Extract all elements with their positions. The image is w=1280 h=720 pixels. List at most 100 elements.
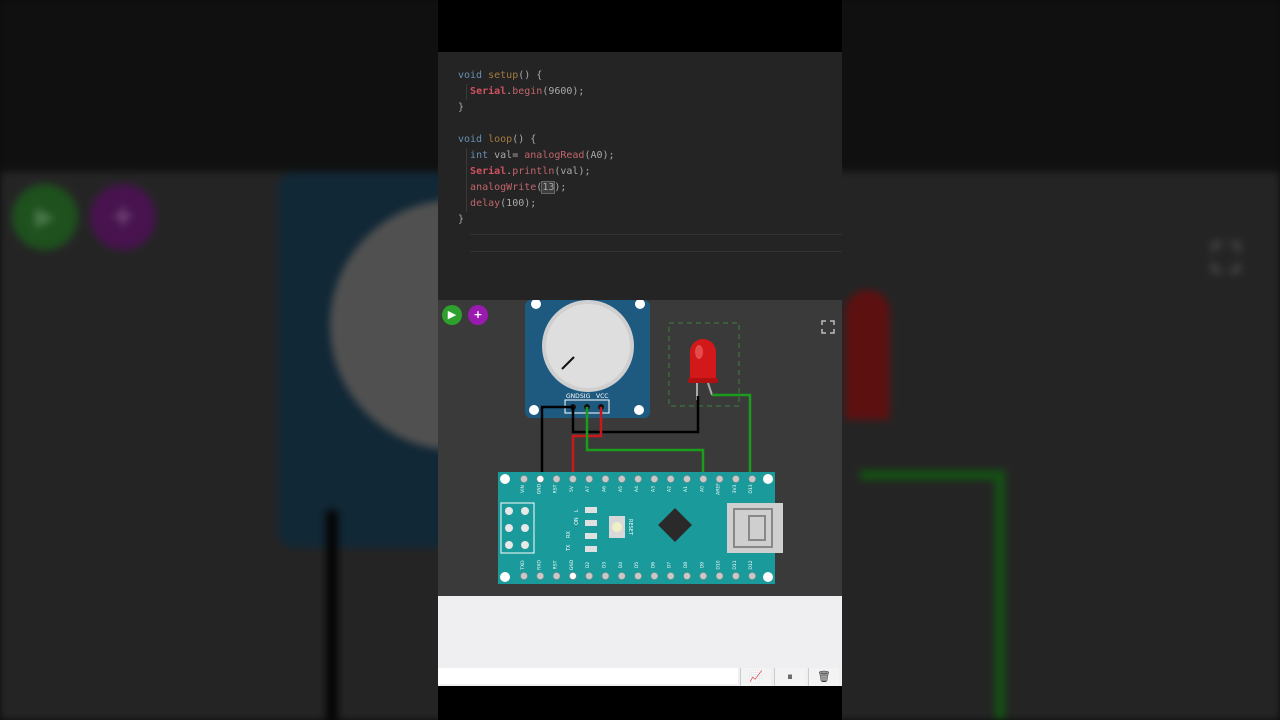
bottom-pin-rxd[interactable] [536, 572, 545, 580]
bottom-pin-d12[interactable] [748, 572, 757, 580]
top-pin-label: D13 [748, 484, 754, 493]
top-pin-label: A5 [618, 486, 624, 492]
code-token: void [458, 134, 489, 145]
bottom-pin-d4[interactable] [618, 572, 626, 580]
bg-fullscreen-icon: ⛶ [1212, 236, 1240, 282]
top-pin-a4[interactable] [634, 475, 642, 483]
rx-label: RX [566, 531, 572, 538]
top-pin-label: A4 [634, 486, 640, 492]
pot-label-gnd: GND [566, 393, 580, 400]
top-pin-d13[interactable] [748, 475, 757, 483]
code-token: (val); [554, 166, 591, 177]
chart-icon: 📈 [749, 670, 763, 683]
top-pin-vin[interactable] [520, 475, 528, 483]
bottom-pin-label: D2 [585, 562, 591, 568]
reset-label: RESET [627, 519, 633, 536]
top-pin-rst[interactable] [552, 475, 561, 483]
top-pin-3v3[interactable] [732, 475, 740, 483]
bg-plus-icon: + [90, 184, 156, 250]
code-line[interactable]: int val= analogRead(A0); [458, 148, 615, 164]
bottom-pin-label: D4 [618, 562, 624, 568]
code-token: () { [512, 134, 537, 145]
code-line[interactable]: Serial.println(val); [458, 164, 590, 180]
code-token: (100); [500, 198, 537, 209]
led-l-label: L [574, 509, 580, 512]
current-line-highlight [470, 234, 842, 252]
code-token: } [458, 102, 465, 113]
bottom-pin-d2[interactable] [585, 572, 593, 580]
code-line[interactable]: void loop() { [458, 132, 536, 148]
top-pin-a2[interactable] [666, 475, 675, 483]
code-token: ); [554, 182, 567, 193]
code-line[interactable]: delay(100); [458, 196, 536, 212]
top-pin-label: 3V3 [732, 484, 738, 493]
bottom-pin-label: D8 [683, 562, 689, 568]
simulation-canvas[interactable]: ▶ + GND SIG VCC VIN GND RST 5V A7 A6 A5 … [438, 300, 842, 596]
potentiometer[interactable]: GND SIG VCC [525, 300, 650, 418]
red-led[interactable] [688, 339, 718, 400]
bottom-pin-d3[interactable] [601, 572, 610, 580]
bottom-pin-d7[interactable] [666, 572, 675, 580]
code-token: } [458, 214, 465, 225]
code-line[interactable]: } [458, 100, 464, 116]
chart-button[interactable]: 📈 [740, 668, 771, 686]
code-token: delay [470, 198, 501, 209]
code-line[interactable]: void setup() { [458, 68, 542, 84]
trash-icon: 🗑 [817, 670, 831, 683]
top-pin-gnd[interactable] [536, 475, 545, 483]
code-token: println [512, 166, 555, 177]
bottom-pin-label: D9 [699, 562, 705, 568]
code-token: int [470, 150, 495, 161]
code-line[interactable]: } [458, 212, 464, 228]
code-token: () { [518, 70, 543, 81]
top-pin-aref[interactable] [715, 475, 724, 483]
code-token: val= [494, 150, 525, 161]
tx-label: TX [566, 544, 572, 552]
bottom-pin-label: D10 [716, 560, 722, 569]
bottom-pin-d8[interactable] [683, 572, 691, 580]
top-pin-label: AREF [716, 483, 722, 495]
bottom-pin-label: D7 [667, 562, 673, 568]
top-pin-a7[interactable] [585, 475, 593, 483]
bottom-pin-d11[interactable] [732, 572, 740, 580]
bottom-pin-label: D3 [602, 562, 608, 568]
top-pin-a5[interactable] [618, 475, 626, 483]
bottom-pin-txd[interactable] [520, 572, 528, 580]
bottom-pin-d10[interactable] [715, 572, 724, 580]
top-pin-a1[interactable] [683, 475, 691, 483]
clear-button[interactable]: 🗑 [808, 668, 839, 686]
bottom-pin-label: D6 [650, 562, 656, 568]
top-pin-5v[interactable] [569, 475, 577, 483]
bottom-pin-d5[interactable] [634, 572, 642, 580]
top-pin-label: A6 [602, 486, 608, 492]
arduino-nano[interactable]: VIN GND RST 5V A7 A6 A5 A4 A3 A2 A1 A0 AREF 3V3 D13 TX… [498, 472, 783, 584]
video-frame: ▶ + ⛶ void setup() { Serial.begin(9600);… [0, 0, 1280, 720]
bottom-pin-gnd[interactable] [569, 572, 577, 580]
top-pin-label: 5V [569, 485, 575, 492]
code-token: (9600); [542, 86, 585, 97]
wire-green-2[interactable] [712, 393, 752, 480]
top-pin-label: A2 [667, 486, 673, 492]
bottom-pin-label: GND [569, 559, 575, 570]
code-token: analogRead [524, 150, 585, 161]
pause-button[interactable]: ⏸ [774, 668, 805, 686]
code-token: setup [488, 70, 519, 81]
code-editor[interactable]: void setup() { Serial.begin(9600);} void … [438, 52, 842, 300]
code-line[interactable]: Serial.begin(9600); [458, 84, 584, 100]
bottom-pin-rst[interactable] [552, 572, 561, 580]
bottom-pin-d9[interactable] [699, 572, 708, 580]
bottom-pin-label: TXD [520, 560, 526, 571]
code-token: Serial [470, 166, 507, 177]
top-pin-a6[interactable] [601, 475, 610, 483]
code-token: Serial [470, 86, 507, 97]
simulator-panel: void setup() { Serial.begin(9600);} void … [438, 0, 842, 720]
usb-connector [727, 503, 783, 553]
bottom-pin-d6[interactable] [650, 572, 659, 580]
serial-input[interactable] [438, 668, 738, 684]
pause-icon: ⏸ [787, 670, 793, 683]
code-line[interactable]: analogWrite(13); [458, 180, 566, 196]
top-pin-a3[interactable] [650, 475, 659, 483]
code-token: 13 [541, 181, 556, 194]
top-pin-a0[interactable] [699, 475, 708, 483]
